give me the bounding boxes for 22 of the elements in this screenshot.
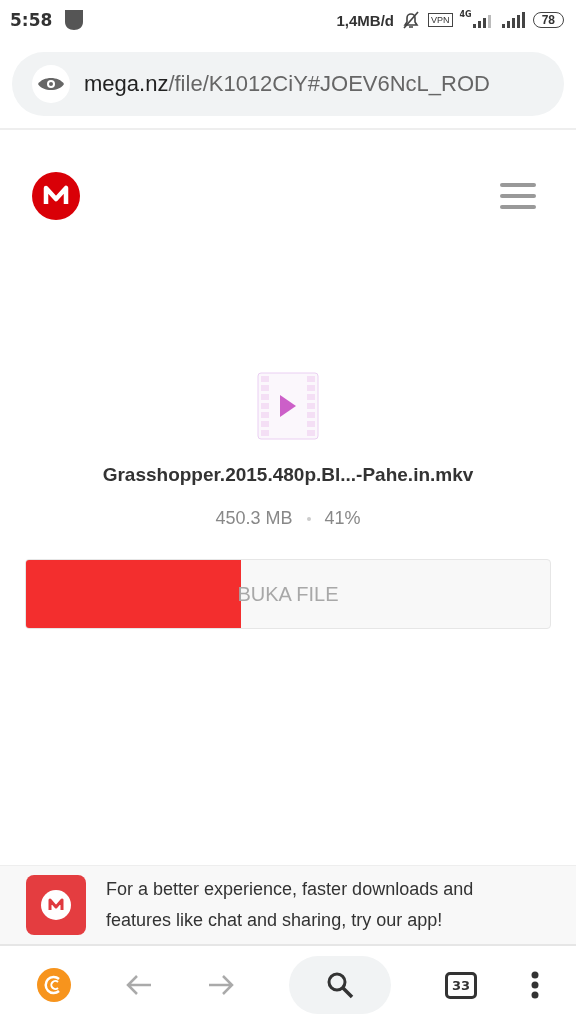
more-icon[interactable] xyxy=(531,971,539,999)
status-time: 5:58 xyxy=(10,10,53,30)
eye-icon[interactable] xyxy=(32,65,70,103)
logo-icon[interactable] xyxy=(32,172,80,220)
menu-icon[interactable] xyxy=(500,183,536,209)
vpn-badge: VPN xyxy=(428,13,453,27)
app-logo-icon xyxy=(26,875,86,935)
tab-count-button[interactable]: 33 xyxy=(444,971,477,999)
video-file-icon xyxy=(257,372,319,440)
network-type: 4G xyxy=(459,10,472,19)
signal-icon xyxy=(501,12,526,28)
muted-bell-icon xyxy=(401,10,421,30)
app-banner[interactable]: For a better experience, faster downloads and features like chat and sharing, try our app! xyxy=(0,865,576,946)
shield-icon xyxy=(65,10,84,30)
file-name: Grasshopper.2015.480p.Bl...-Pahe.in.mkv xyxy=(102,464,474,486)
banner-text: For a better experience, faster downloads and features like chat and sharing, try our app! xyxy=(106,878,475,932)
data-speed: 1,4MB/d xyxy=(336,11,394,29)
separator-dot xyxy=(306,516,311,521)
address-bar[interactable]: mega.nz/file/K1012CiY#JOEV6NcL_ROD xyxy=(12,52,564,116)
url-text: mega.nz/file/K1012CiY#JOEV6NcL_ROD xyxy=(84,71,490,97)
download-percent: 41% xyxy=(324,508,361,529)
file-size: 450.3 MB xyxy=(215,508,293,529)
